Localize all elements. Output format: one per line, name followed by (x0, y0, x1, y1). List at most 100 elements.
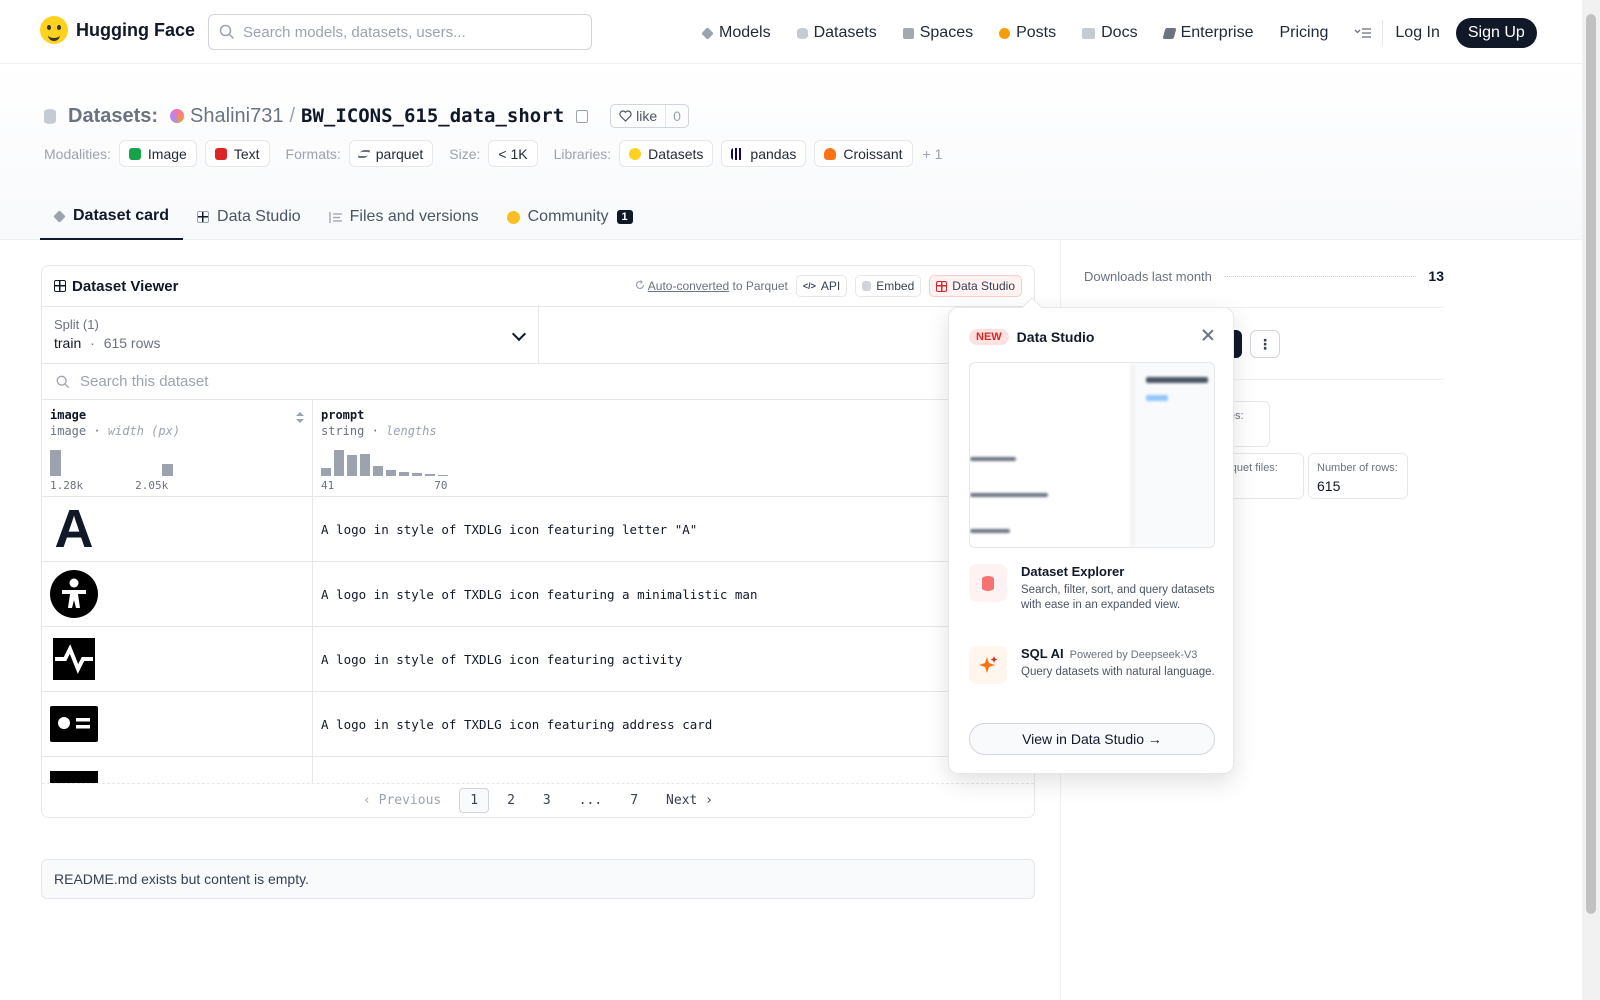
tab-dataset-card[interactable]: Dataset card (40, 194, 184, 240)
page-2-button[interactable]: 2 (497, 789, 525, 812)
embed-label: Embed (876, 279, 915, 293)
like-button[interactable]: like 0 (610, 104, 689, 128)
sort-icon[interactable] (296, 412, 304, 424)
column-image-max: 2.05k (135, 479, 169, 492)
tags-row: Modalities: Image Text Formats: parquet … (44, 140, 942, 167)
tab-data-studio-label: Data Studio (217, 208, 301, 225)
page-1-button[interactable]: 1 (459, 788, 490, 813)
tag-image[interactable]: Image (118, 140, 197, 167)
feature-title: Dataset Explorer (1021, 564, 1125, 579)
feature-subtitle: Powered by Deepseek-V3 (1069, 649, 1198, 661)
page-scrollbar[interactable] (1582, 0, 1600, 1000)
table-row[interactable]: A logo in style of TXDLG icon featuring … (42, 692, 1034, 757)
tag-parquet[interactable]: parquet (348, 140, 434, 167)
tab-community[interactable]: Community 1 (493, 194, 647, 240)
tag-image-label: Image (147, 145, 187, 162)
table-row[interactable]: A A logo in style of TXDLG icon featurin… (42, 497, 1034, 562)
view-in-data-studio-button[interactable]: View in Data Studio → (969, 723, 1215, 755)
histogram-bar[interactable] (334, 450, 344, 476)
histogram-bar[interactable] (347, 455, 357, 476)
libraries-more[interactable]: + 1 (923, 146, 943, 162)
histogram-bar[interactable] (360, 453, 370, 476)
dataset-search-input[interactable] (80, 373, 480, 390)
text-icon (214, 147, 227, 160)
files-icon (329, 211, 342, 223)
data-studio-button[interactable]: Data Studio (929, 275, 1022, 297)
histogram-bar[interactable] (386, 470, 396, 476)
tag-croissant[interactable]: Croissant (814, 140, 913, 167)
popover-title: Data Studio (1016, 329, 1095, 345)
repo-name[interactable]: BW_ICONS_615_data_short (301, 105, 564, 127)
page-3-button[interactable]: 3 (533, 789, 561, 812)
histogram-bar[interactable] (425, 474, 435, 476)
nav-spaces-label: Spaces (919, 24, 974, 41)
page-7-button[interactable]: 7 (620, 789, 648, 812)
histogram-bar[interactable] (438, 474, 448, 476)
signup-button[interactable]: Sign Up (1455, 18, 1537, 48)
table-cell-prompt[interactable]: A logo in style of TXDLG icon featuring … (313, 627, 682, 691)
nav-posts[interactable]: Posts (999, 24, 1056, 42)
table-cell-image[interactable]: A (42, 497, 313, 561)
breadcrumb-owner[interactable]: Shalini731 (190, 105, 283, 128)
nav-enterprise[interactable]: Enterprise (1162, 24, 1253, 42)
nav-models[interactable]: Models (701, 24, 771, 42)
table-row[interactable]: A logo in style of TXDLG icon featuring … (42, 627, 1034, 692)
scrollbar-thumb[interactable] (1586, 14, 1596, 914)
embed-button[interactable]: Embed (855, 275, 922, 297)
viewer-title: Dataset Viewer (54, 278, 178, 295)
histogram-bar[interactable] (412, 473, 422, 476)
logo[interactable]: Hugging Face (40, 16, 195, 44)
table-row[interactable]: A logo in style of TXDLG icon featuring … (42, 562, 1034, 627)
previous-page-button[interactable]: ‹ Previous (353, 789, 451, 812)
dataset-search[interactable] (42, 364, 1034, 400)
histogram-bar[interactable] (321, 468, 331, 476)
column-image-type: image · width (px) (50, 424, 181, 438)
more-options-button[interactable]: ⋮ (1250, 330, 1280, 358)
column-image-histogram[interactable] (50, 450, 176, 476)
histogram-bar[interactable] (50, 450, 61, 476)
menu-icon (1354, 28, 1372, 38)
breadcrumb-category[interactable]: Datasets: (68, 105, 158, 128)
histogram-bar[interactable] (162, 464, 173, 476)
api-button[interactable]: </> API (795, 275, 848, 297)
tab-files[interactable]: Files and versions (315, 194, 493, 240)
table-cell-image[interactable] (42, 562, 313, 626)
auto-converted-link[interactable]: Auto-converted (648, 279, 729, 293)
nav-spaces[interactable]: Spaces (902, 24, 974, 42)
global-search-input[interactable] (243, 23, 563, 41)
column-prompt-header[interactable]: prompt string · lengths 41 70 (313, 400, 448, 496)
histogram-bar[interactable] (373, 465, 383, 476)
tag-size[interactable]: < 1K (488, 140, 538, 167)
tag-pandas[interactable]: pandas (721, 140, 807, 167)
tag-text[interactable]: Text (204, 140, 270, 167)
column-image-header[interactable]: image image · width (px) 1.28k 2.05k (42, 400, 313, 496)
table-cell-image[interactable] (42, 692, 313, 756)
column-image-type-text: image (50, 424, 87, 438)
feature-sql-ai: SQL AI Powered by Deepseek-V3 Query datas… (969, 646, 1219, 684)
nav-models-label: Models (719, 24, 771, 41)
table-cell-prompt[interactable]: A logo in style of TXDLG icon featuring … (313, 562, 758, 626)
nav-pricing[interactable]: Pricing (1279, 24, 1328, 42)
nav-docs[interactable]: Docs (1082, 24, 1138, 42)
column-prompt-histogram[interactable] (321, 450, 451, 476)
login-link[interactable]: Log In (1395, 24, 1439, 42)
close-icon[interactable] (1201, 328, 1215, 342)
sparkles-icon (969, 646, 1007, 684)
histogram-bar[interactable] (399, 472, 409, 476)
column-prompt-type: string · lengths (321, 424, 437, 438)
tab-data-studio[interactable]: Data Studio (183, 194, 315, 240)
repo-header: Datasets: Shalini731 / BW_ICONS_615_data… (0, 64, 1582, 240)
like-label: like (636, 108, 658, 124)
nav-more[interactable] (1354, 27, 1372, 39)
tag-datasets-lib[interactable]: Datasets (619, 140, 714, 167)
split-selector[interactable]: Split (1) train · 615 rows (42, 307, 539, 363)
owner-avatar (170, 109, 185, 123)
table-cell-prompt[interactable]: A logo in style of TXDLG icon featuring … (313, 497, 697, 561)
global-search[interactable] (208, 14, 592, 50)
next-page-button[interactable]: Next › (656, 789, 723, 812)
table-cell-prompt[interactable]: A logo in style of TXDLG icon featuring … (313, 692, 712, 756)
table-cell-image[interactable] (42, 627, 313, 691)
copy-icon[interactable] (576, 109, 589, 123)
hugging-face-logo-icon (40, 16, 68, 44)
nav-datasets[interactable]: Datasets (796, 24, 877, 42)
